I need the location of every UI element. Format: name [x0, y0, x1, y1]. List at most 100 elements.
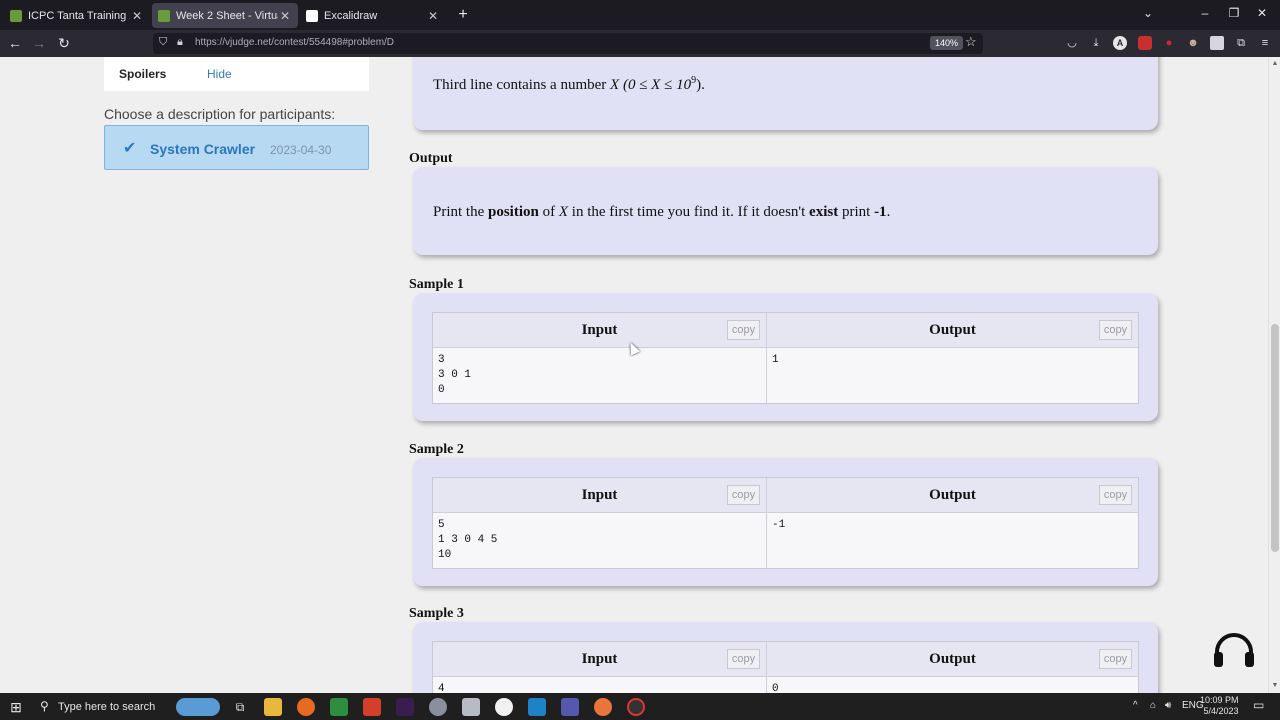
column-divider: [766, 642, 767, 693]
sheets-icon[interactable]: [330, 698, 348, 716]
column-divider: [766, 313, 767, 403]
sample-3-table: Input copy Output copy 4 0: [432, 641, 1139, 693]
windows-start-icon[interactable]: ⊞: [7, 698, 25, 716]
notification-icon[interactable]: ▭: [1253, 698, 1264, 712]
download-icon[interactable]: ⤓: [1089, 36, 1103, 50]
sample-input-text: 4: [438, 683, 445, 693]
url-text[interactable]: https://vjudge.net/contest/554498#proble…: [195, 37, 394, 48]
copy-output-button[interactable]: copy: [1099, 649, 1132, 669]
obs-icon[interactable]: [627, 698, 645, 716]
close-tab-icon[interactable]: ✕: [426, 9, 440, 23]
browser-tab-bar: ICPC Tanta Training 2023 - Virtu ✕ Week …: [0, 0, 1280, 30]
vertical-scrollbar[interactable]: ▲ ▼: [1268, 57, 1280, 693]
security-shield-icon[interactable]: [429, 698, 447, 716]
windows-taskbar: ⊞ ⚲ Type here to search ⧉ ^ ⌂ 🔊︎ ENG 10:…: [0, 693, 1280, 720]
teams-icon[interactable]: [561, 698, 579, 716]
sample-input-header: Input copy: [433, 313, 766, 348]
tab-excalidraw[interactable]: Excalidraw ✕: [300, 3, 446, 28]
copy-input-button[interactable]: copy: [727, 485, 760, 505]
spoilers-hide-link[interactable]: Hide: [207, 67, 232, 81]
input-description-panel: Third line contains a number X (0 ≤ X ≤ …: [413, 57, 1158, 130]
spoilers-row: Spoilers Hide: [104, 57, 369, 91]
tab-week-2-sheet[interactable]: Week 2 Sheet - Virtual Judge ✕: [152, 3, 298, 28]
output-section-title: Output: [409, 151, 453, 166]
app-icon[interactable]: [462, 698, 480, 716]
search-placeholder: Type here to search: [58, 701, 156, 713]
extensions-puzzle-icon[interactable]: ⧉: [1234, 36, 1248, 50]
description-date: 2023-04-30: [270, 143, 332, 157]
back-arrow-icon[interactable]: ←: [6, 35, 24, 51]
pocket-icon[interactable]: ◡: [1065, 36, 1079, 50]
vjudge-favicon-icon: [10, 9, 22, 22]
sample-output-text: 0: [772, 683, 779, 693]
excalidraw-favicon-icon: [306, 9, 318, 22]
tray-chevron-icon[interactable]: ^: [1133, 700, 1138, 711]
sample-input-header: Input copy: [433, 478, 766, 513]
bookmark-star-icon[interactable]: ☆: [965, 34, 977, 50]
sample-input-header: Input copy: [433, 642, 766, 677]
sample-2-table: Input copy Output copy 5 1 3 0 4 5 10 -1: [432, 477, 1139, 569]
sample-input-text: 3 3 0 1 0: [438, 354, 472, 396]
address-bar[interactable]: ⛉ 🔒︎ https://vjudge.net/contest/554498#p…: [153, 33, 983, 54]
restore-icon[interactable]: ❐: [1224, 6, 1244, 20]
close-tab-icon[interactable]: ✕: [130, 9, 144, 23]
description-option-system-crawler[interactable]: ✔ System Crawler 2023-04-30: [104, 125, 369, 170]
microsoft-apps-icon[interactable]: [363, 698, 381, 716]
check-icon: ✔: [123, 140, 137, 157]
sample-2-title: Sample 2: [409, 442, 464, 457]
sample-2-panel: Input copy Output copy 5 1 3 0 4 5 10 -1: [413, 458, 1158, 586]
account-icon[interactable]: A: [1113, 36, 1127, 50]
extension-avatar-icon[interactable]: ☻: [1186, 36, 1200, 50]
sample-1-table: Input copy Output copy 3 3 0 1 0 1: [432, 312, 1139, 404]
extension-red-icon[interactable]: [1138, 36, 1152, 50]
search-highlight-icon[interactable]: [176, 698, 220, 716]
choose-description-label: Choose a description for participants:: [104, 106, 336, 122]
tab-label: ICPC Tanta Training 2023 - Virtu: [28, 9, 130, 22]
copy-input-button[interactable]: copy: [727, 649, 760, 669]
scroll-up-icon[interactable]: ▲: [1269, 60, 1280, 67]
task-view-icon[interactable]: ⧉: [231, 698, 249, 716]
volume-icon[interactable]: 🔊︎: [1165, 700, 1171, 711]
copy-output-button[interactable]: copy: [1099, 320, 1132, 340]
sample-3-panel: Input copy Output copy 4 0: [413, 622, 1158, 693]
network-icon[interactable]: ⌂: [1150, 700, 1156, 711]
scroll-down-icon[interactable]: ▼: [1269, 682, 1280, 689]
lock-icon[interactable]: 🔒︎: [177, 36, 183, 49]
description-author: System Crawler: [150, 141, 256, 157]
copy-output-button[interactable]: copy: [1099, 485, 1132, 505]
column-divider: [766, 478, 767, 568]
sample-1-panel: Input copy Output copy 3 3 0 1 0 1: [413, 293, 1158, 421]
minimize-icon[interactable]: –: [1195, 6, 1215, 20]
record-icon[interactable]: ●: [1162, 36, 1176, 50]
forward-arrow-icon[interactable]: →: [30, 35, 48, 51]
extension-square-icon[interactable]: [1210, 36, 1224, 50]
clock-time: 10:09 PM: [1200, 695, 1239, 705]
sample-1-title: Sample 1: [409, 277, 464, 292]
zoom-level-badge[interactable]: 140%: [930, 36, 964, 50]
microphone-icon[interactable]: [594, 698, 612, 716]
input-line-text: Third line contains a number X (0 ≤ X ≤ …: [433, 75, 705, 93]
sample-output-header: Output copy: [767, 642, 1138, 677]
clock-app-icon[interactable]: [495, 698, 513, 716]
file-explorer-icon[interactable]: [264, 698, 282, 716]
reload-icon[interactable]: ↻: [55, 35, 73, 52]
headset-icon[interactable]: [1212, 632, 1256, 668]
tab-icpc-training[interactable]: ICPC Tanta Training 2023 - Virtu ✕: [4, 3, 150, 28]
scrollbar-thumb[interactable]: [1271, 324, 1279, 552]
taskbar-clock[interactable]: 10:09 PM 5/4/2023: [1200, 695, 1239, 717]
new-tab-icon[interactable]: +: [455, 6, 471, 24]
menu-hamburger-icon[interactable]: ≡: [1258, 36, 1272, 50]
spoilers-label: Spoilers: [119, 67, 167, 81]
tab-label: Week 2 Sheet - Virtual Judge: [176, 9, 278, 22]
copy-input-button[interactable]: copy: [727, 320, 760, 340]
search-icon: ⚲: [40, 699, 49, 713]
dev-tool-icon[interactable]: [396, 698, 414, 716]
shield-icon[interactable]: ⛉: [159, 36, 167, 49]
launcher-icon[interactable]: [528, 698, 546, 716]
tab-label: Excalidraw: [324, 9, 378, 22]
tab-list-chevron-icon[interactable]: ⌄: [1138, 6, 1158, 20]
close-window-icon[interactable]: ✕: [1252, 6, 1272, 20]
close-tab-icon[interactable]: ✕: [278, 9, 292, 23]
firefox-icon[interactable]: [297, 698, 315, 716]
output-description-text: Print the position of X in the first tim…: [433, 204, 891, 220]
